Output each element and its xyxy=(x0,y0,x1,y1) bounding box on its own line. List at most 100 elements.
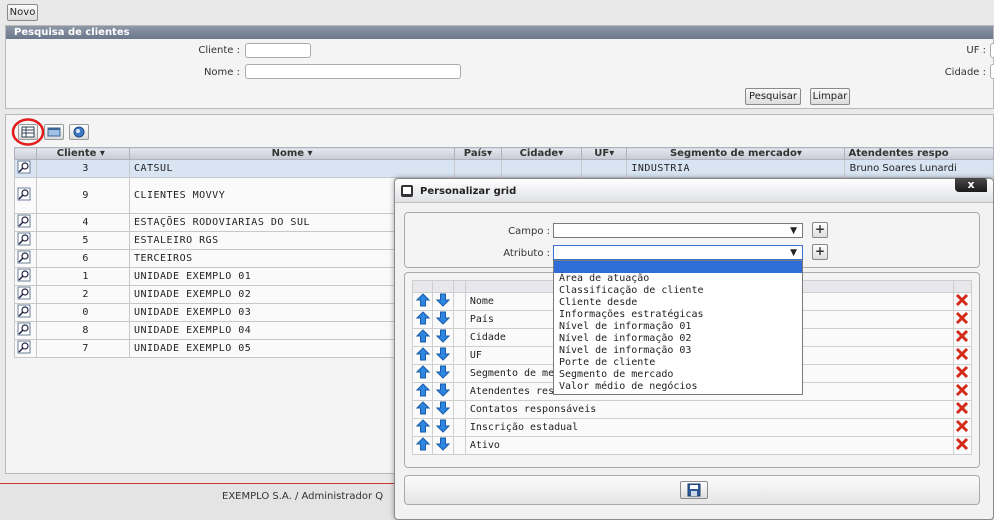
atributo-select[interactable]: ▼ xyxy=(553,245,803,260)
arrow-down-icon[interactable] xyxy=(435,347,451,361)
arrow-down-icon[interactable] xyxy=(435,329,451,343)
delete-icon[interactable] xyxy=(955,347,969,361)
magnifier-icon[interactable] xyxy=(17,286,33,300)
uf-label: UF : xyxy=(966,45,986,56)
view-record-cell[interactable] xyxy=(14,159,37,178)
new-button[interactable]: Novo xyxy=(7,4,38,21)
clear-button[interactable]: Limpar xyxy=(810,88,850,105)
arrow-down-icon[interactable] xyxy=(435,293,451,307)
magnifier-icon[interactable] xyxy=(17,304,33,318)
arrow-down-icon[interactable] xyxy=(435,437,451,451)
dropdown-option[interactable]: Segmento de mercado xyxy=(554,369,802,381)
magnifier-icon[interactable] xyxy=(17,268,33,282)
delete-icon[interactable] xyxy=(955,437,969,451)
cidade-input[interactable] xyxy=(990,64,994,79)
delete-cell xyxy=(952,418,973,437)
magnifier-icon[interactable] xyxy=(17,340,33,354)
move-down-cell xyxy=(432,310,454,329)
attribute-name: Inscrição estadual xyxy=(464,418,954,437)
arrow-up-icon[interactable] xyxy=(415,311,430,325)
dropdown-option[interactable]: Nível de informação 03 xyxy=(554,345,802,357)
search-button[interactable]: Pesquisar xyxy=(745,88,801,105)
col-nome[interactable]: Nome ▾ xyxy=(128,147,456,160)
window-icon xyxy=(47,127,61,137)
delete-icon[interactable] xyxy=(955,419,969,433)
view-record-cell[interactable] xyxy=(14,339,37,358)
view-record-cell[interactable] xyxy=(14,177,37,214)
dropdown-option[interactable]: Informações estratégicas xyxy=(554,309,802,321)
delete-cell xyxy=(952,292,973,311)
arrow-up-icon[interactable] xyxy=(415,293,430,307)
nome-input[interactable] xyxy=(245,64,461,79)
magnifier-icon[interactable] xyxy=(17,187,33,201)
col-action xyxy=(14,147,37,160)
delete-icon[interactable] xyxy=(955,311,969,325)
dropdown-option[interactable]: Classificação de cliente xyxy=(554,285,802,297)
cell-uf xyxy=(581,159,628,178)
arrow-up-icon[interactable] xyxy=(415,437,430,451)
col-cliente[interactable]: Cliente ▾ xyxy=(35,147,130,160)
close-button[interactable]: x xyxy=(955,178,987,192)
info-button[interactable] xyxy=(69,124,89,140)
cell-cliente: 5 xyxy=(35,231,130,250)
cell-atendentes: Bruno Soares Lunardi xyxy=(844,159,994,178)
cell-cidade xyxy=(500,159,583,178)
add-atributo-button[interactable]: + xyxy=(812,244,828,260)
arrow-up-icon[interactable] xyxy=(415,383,430,397)
arrow-down-icon[interactable] xyxy=(435,383,451,397)
dropdown-option[interactable]: Nível de informação 01 xyxy=(554,321,802,333)
col-uf[interactable]: UF▾ xyxy=(581,147,628,160)
view-record-cell[interactable] xyxy=(14,303,37,322)
cliente-input[interactable] xyxy=(245,43,311,58)
dropdown-option[interactable]: Área de atuação xyxy=(554,273,802,285)
col-segmento[interactable]: Segmento de mercado▾ xyxy=(626,147,846,160)
campo-select[interactable]: ▼ xyxy=(553,223,803,238)
arrow-up-icon[interactable] xyxy=(415,347,430,361)
move-up-cell xyxy=(411,418,434,437)
view-record-cell[interactable] xyxy=(14,321,37,340)
save-button[interactable] xyxy=(680,481,708,499)
delete-icon[interactable] xyxy=(955,365,969,379)
arrow-up-icon[interactable] xyxy=(415,419,430,433)
view-record-cell[interactable] xyxy=(14,249,37,268)
cell-cliente: 6 xyxy=(35,249,130,268)
arrow-down-icon[interactable] xyxy=(435,401,451,415)
arrow-up-icon[interactable] xyxy=(415,401,430,415)
col-pais[interactable]: País▾ xyxy=(454,147,502,160)
view-record-cell[interactable] xyxy=(14,285,37,304)
chevron-down-icon: ▼ xyxy=(790,248,797,258)
col-cidade[interactable]: Cidade▾ xyxy=(500,147,583,160)
view-record-cell[interactable] xyxy=(14,267,37,286)
view-record-cell[interactable] xyxy=(14,231,37,250)
delete-icon[interactable] xyxy=(955,293,969,307)
magnifier-icon[interactable] xyxy=(17,214,33,228)
uf-input[interactable] xyxy=(990,43,994,58)
col-atendentes[interactable]: Atendentes respo xyxy=(844,147,994,160)
campo-label: Campo : xyxy=(508,226,550,237)
add-campo-button[interactable]: + xyxy=(812,222,828,238)
arrow-up-icon[interactable] xyxy=(415,329,430,343)
dropdown-option[interactable]: Nível de informação 02 xyxy=(554,333,802,345)
view-record-cell[interactable] xyxy=(14,213,37,232)
dropdown-option[interactable]: Cliente desde xyxy=(554,297,802,309)
magnifier-icon[interactable] xyxy=(17,322,33,336)
move-down-cell xyxy=(432,346,454,365)
arrow-up-icon[interactable] xyxy=(415,365,430,379)
magnifier-icon[interactable] xyxy=(17,250,33,264)
export-button[interactable] xyxy=(44,124,64,140)
dropdown-option[interactable]: Valor médio de negócios xyxy=(554,381,802,393)
delete-icon[interactable] xyxy=(955,329,969,343)
cell-cliente: 2 xyxy=(35,285,130,304)
dropdown-option[interactable]: Porte de cliente xyxy=(554,357,802,369)
arrow-down-icon[interactable] xyxy=(435,419,451,433)
delete-icon[interactable] xyxy=(955,383,969,397)
dropdown-highlighted-option[interactable] xyxy=(554,261,802,273)
delete-cell xyxy=(952,400,973,419)
magnifier-icon[interactable] xyxy=(17,160,33,174)
delete-icon[interactable] xyxy=(955,401,969,415)
arrow-down-icon[interactable] xyxy=(435,365,451,379)
arrow-down-icon[interactable] xyxy=(435,311,451,325)
attribute-row: Inscrição estadual xyxy=(411,418,973,437)
magnifier-icon[interactable] xyxy=(17,232,33,246)
table-row[interactable]: 3 CATSUL INDUSTRIA Bruno Soares Lunardi xyxy=(14,159,994,178)
